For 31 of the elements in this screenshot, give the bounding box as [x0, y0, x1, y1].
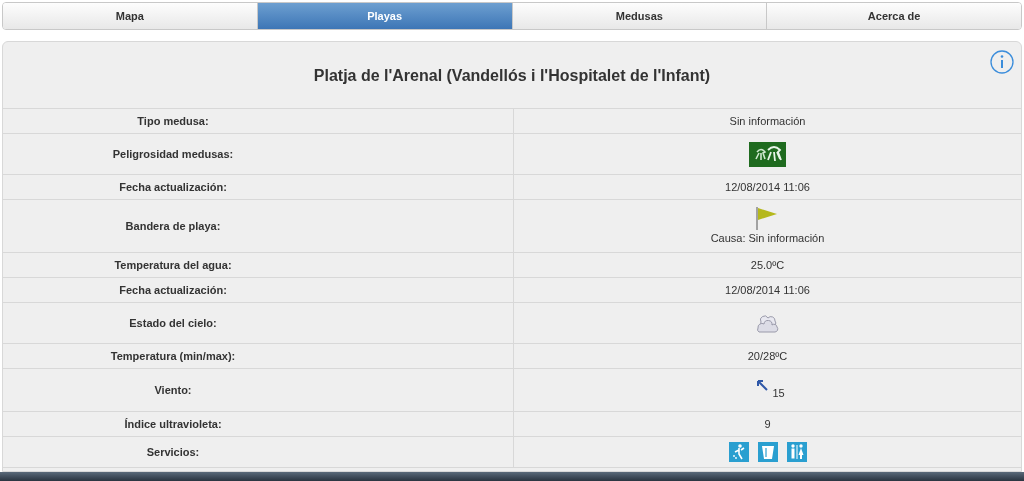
nav-tab[interactable]: Medusas — [511, 3, 767, 29]
nav-tab[interactable]: Playas — [256, 3, 512, 29]
row-label: Viento: — [154, 382, 192, 398]
row-label: Tipo medusa: — [137, 113, 209, 129]
value-text: 9 — [764, 416, 771, 432]
value-text: 20/28ºC — [747, 348, 788, 364]
row-label: Servicios: — [146, 444, 200, 460]
row-label: Fecha actualización: — [119, 282, 227, 298]
cloud-icon — [754, 313, 781, 333]
row-label: Bandera de playa: — [125, 218, 221, 234]
row-label: Índice ultravioleta: — [124, 416, 222, 432]
wind-arrow-icon — [756, 379, 769, 391]
value-text: 12/08/2014 11:06 — [725, 179, 810, 195]
bin-icon — [757, 442, 778, 462]
value-text: Sin información — [729, 113, 806, 129]
flag-cause-text: Causa: Sin información — [710, 230, 825, 246]
wind-speed-text: 15 — [772, 385, 785, 401]
value-text: 25.0ºC — [750, 257, 785, 273]
toilets-icon — [786, 442, 807, 462]
shower-icon — [728, 442, 749, 462]
row-label: Temperatura (min/max): — [110, 348, 236, 364]
nav-tab[interactable]: Mapa — [3, 3, 257, 29]
jellyfish-warning-icon — [749, 141, 786, 167]
info-icon[interactable] — [990, 50, 1014, 74]
row-label: Temperatura del agua: — [114, 257, 232, 273]
row-label: Peligrosidad medusas: — [112, 146, 234, 162]
row-label: Estado del cielo: — [129, 315, 217, 331]
value-text: 12/08/2014 11:06 — [725, 282, 810, 298]
beach-title: Platja de l'Arenal (Vandellós i l'Hospitalet de l'Infant) — [313, 65, 711, 86]
nav-tab[interactable]: Acerca de — [766, 3, 1021, 29]
row-label: Fecha actualización: — [119, 179, 227, 195]
